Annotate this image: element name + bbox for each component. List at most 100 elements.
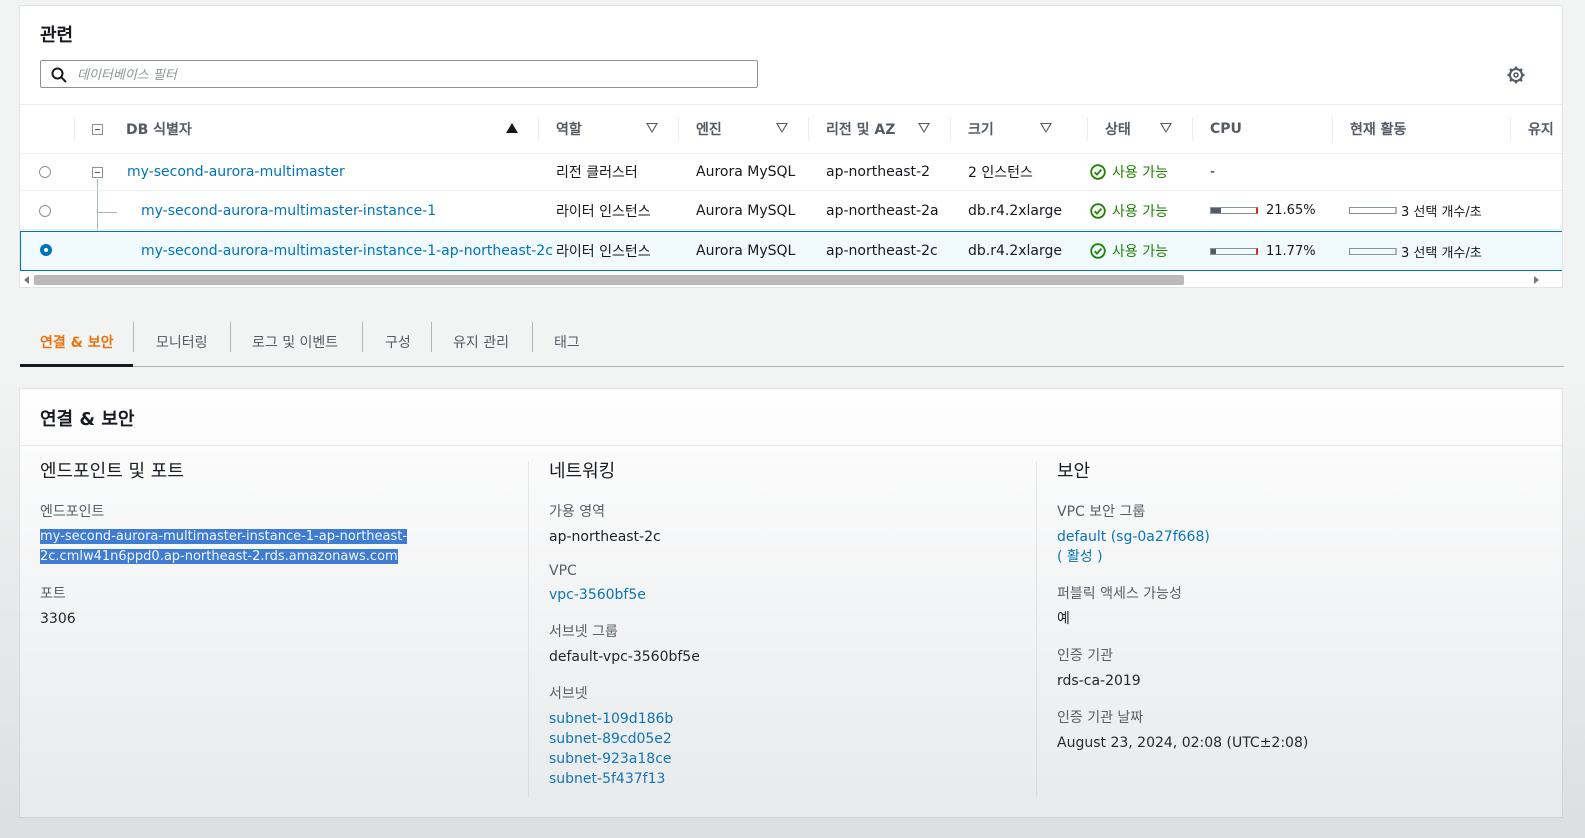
- tab-maintenance[interactable]: 유지 관리: [432, 318, 530, 366]
- header-db-id[interactable]: DB 식별자: [108, 105, 538, 153]
- header-cpu[interactable]: CPU: [1192, 105, 1332, 153]
- subnet-group-label: 서브넷 그룹: [549, 624, 618, 640]
- port-value: 3306: [40, 611, 76, 627]
- engine-cell: Aurora MySQL: [696, 243, 796, 259]
- ca-label: 인증 기관: [1057, 648, 1113, 664]
- region-cell: ap-northeast-2c: [826, 243, 938, 259]
- section-title: 네트워킹: [549, 461, 616, 482]
- related-panel: 관련 DB 식별자 역할 엔진: [19, 5, 1563, 288]
- connectivity-panel: 연결 & 보안 엔드포인트 및 포트 엔드포인트 my-second-auror…: [19, 388, 1563, 818]
- panel-title: 연결 & 보안: [40, 409, 135, 430]
- az-value: ap-northeast-2c: [549, 529, 661, 545]
- tab-tags[interactable]: 태그: [533, 318, 601, 366]
- section-title: 보안: [1057, 461, 1091, 482]
- subnet-link[interactable]: subnet-109d186b: [549, 709, 1019, 729]
- ca-date-value: August 23, 2024, 02:08 (UTC±2:08): [1057, 735, 1309, 751]
- tab-monitoring[interactable]: 모니터링: [134, 318, 230, 366]
- public-access-value: 예: [1057, 611, 1070, 627]
- check-circle-icon: [1090, 163, 1106, 180]
- detail-tabs: 연결 & 보안 모니터링 로그 및 이벤트 구성 유지 관리 태그: [20, 318, 1564, 367]
- table-row[interactable]: my-second-aurora-multimaster-instance-1 …: [20, 192, 1562, 230]
- scroll-left-icon[interactable]: [24, 276, 29, 284]
- scroll-right-icon[interactable]: [1534, 276, 1539, 284]
- subnets-label: 서브넷: [549, 686, 588, 702]
- cpu-cell: -: [1210, 163, 1216, 180]
- status-cell: 사용 가능: [1090, 192, 1168, 229]
- activity-bar: [1349, 207, 1397, 214]
- cpu-bar: [1210, 207, 1258, 214]
- size-cell: db.r4.2xlarge: [968, 243, 1063, 259]
- header-region[interactable]: 리전 및 AZ: [808, 105, 950, 153]
- size-cell: db.r4.2xlarge: [968, 202, 1063, 219]
- ca-value: rds-ca-2019: [1057, 673, 1141, 689]
- status-cell: 사용 가능: [1090, 232, 1168, 270]
- row-radio[interactable]: [40, 244, 52, 256]
- sort-asc-icon: [506, 123, 518, 133]
- check-circle-icon: [1090, 202, 1106, 219]
- sort-icon: [1160, 123, 1172, 133]
- role-cell: 라이터 인스턴스: [556, 203, 651, 220]
- table-row[interactable]: my-second-aurora-multimaster-instance-1-…: [20, 231, 1562, 271]
- networking-section: 네트워킹 가용 영역 ap-northeast-2c VPC vpc-3560b…: [549, 457, 1019, 789]
- check-circle-icon: [1090, 243, 1106, 259]
- status-cell: 사용 가능: [1090, 153, 1168, 190]
- db-id-link[interactable]: my-second-aurora-multimaster: [127, 153, 345, 190]
- collapse-icon[interactable]: [92, 167, 103, 178]
- vpc-link[interactable]: vpc-3560bf5e: [549, 585, 1019, 605]
- db-id-link[interactable]: my-second-aurora-multimaster-instance-1: [141, 192, 436, 229]
- db-id-link[interactable]: my-second-aurora-multimaster-instance-1-…: [141, 232, 553, 270]
- activity-cell: 3 선택 개수/초: [1349, 192, 1482, 229]
- activity-bar: [1349, 247, 1397, 255]
- row-radio[interactable]: [39, 205, 51, 217]
- table-row[interactable]: my-second-aurora-multimaster 리전 클러스터 Aur…: [20, 153, 1562, 191]
- sort-icon: [646, 123, 658, 133]
- related-title: 관련: [40, 25, 74, 46]
- section-title: 엔드포인트 및 포트: [40, 461, 184, 482]
- tab-connectivity[interactable]: 연결 & 보안: [20, 318, 134, 367]
- sort-icon: [776, 123, 788, 133]
- header-status[interactable]: 상태: [1087, 105, 1193, 153]
- collapse-all-icon[interactable]: [92, 124, 103, 135]
- header-size[interactable]: 크기: [950, 105, 1092, 153]
- vpc-sg-label: VPC 보안 그룹: [1057, 504, 1146, 520]
- cpu-cell: 21.65%: [1210, 192, 1316, 229]
- cpu-cell: 11.77%: [1210, 232, 1316, 270]
- tab-logs-events[interactable]: 로그 및 이벤트: [231, 318, 359, 366]
- horizontal-scrollbar[interactable]: [20, 272, 1562, 287]
- engine-cell: Aurora MySQL: [696, 202, 796, 219]
- scroll-thumb[interactable]: [34, 275, 1184, 285]
- endpoint-section: 엔드포인트 및 포트 엔드포인트 my-second-aurora-multim…: [40, 457, 510, 629]
- size-cell: 2 인스턴스: [968, 164, 1033, 181]
- endpoint-value[interactable]: my-second-aurora-multimaster-instance-1-…: [40, 527, 510, 567]
- endpoint-label: 엔드포인트: [40, 504, 105, 520]
- public-access-label: 퍼블릭 액세스 가능성: [1057, 586, 1182, 602]
- sort-icon: [1040, 123, 1052, 133]
- az-label: 가용 영역: [549, 504, 605, 520]
- header-activity[interactable]: 현재 활동: [1332, 105, 1510, 153]
- ca-date-label: 인증 기관 날짜: [1057, 710, 1144, 726]
- subnet-link[interactable]: subnet-89cd05e2: [549, 729, 1019, 749]
- header-role[interactable]: 역할: [538, 105, 678, 153]
- database-filter[interactable]: [40, 60, 758, 88]
- role-cell: 리전 클러스터: [556, 164, 638, 181]
- search-icon: [51, 67, 67, 83]
- vpc-sg-state: ( 활성 ): [1057, 549, 1103, 565]
- security-section: 보안 VPC 보안 그룹 default (sg-0a27f668) ( 활성 …: [1057, 457, 1537, 753]
- sort-icon: [918, 123, 930, 133]
- port-label: 포트: [40, 586, 66, 602]
- tab-configuration[interactable]: 구성: [363, 318, 433, 366]
- region-cell: ap-northeast-2a: [826, 202, 939, 219]
- row-radio[interactable]: [39, 166, 51, 178]
- header-maintenance[interactable]: 유지: [1510, 105, 1562, 153]
- subnet-group-value: default-vpc-3560bf5e: [549, 649, 700, 665]
- role-cell: 라이터 인스턴스: [556, 244, 651, 260]
- engine-cell: Aurora MySQL: [696, 163, 796, 180]
- cpu-bar: [1210, 247, 1258, 255]
- region-cell: ap-northeast-2: [826, 163, 931, 180]
- subnet-link[interactable]: subnet-5f437f13: [549, 769, 1019, 789]
- header-engine[interactable]: 엔진: [678, 105, 808, 153]
- subnet-link[interactable]: subnet-923a18ce: [549, 749, 1019, 769]
- vpc-sg-link[interactable]: default (sg-0a27f668): [1057, 527, 1537, 547]
- gear-icon[interactable]: [1507, 66, 1525, 84]
- search-input[interactable]: [75, 64, 739, 86]
